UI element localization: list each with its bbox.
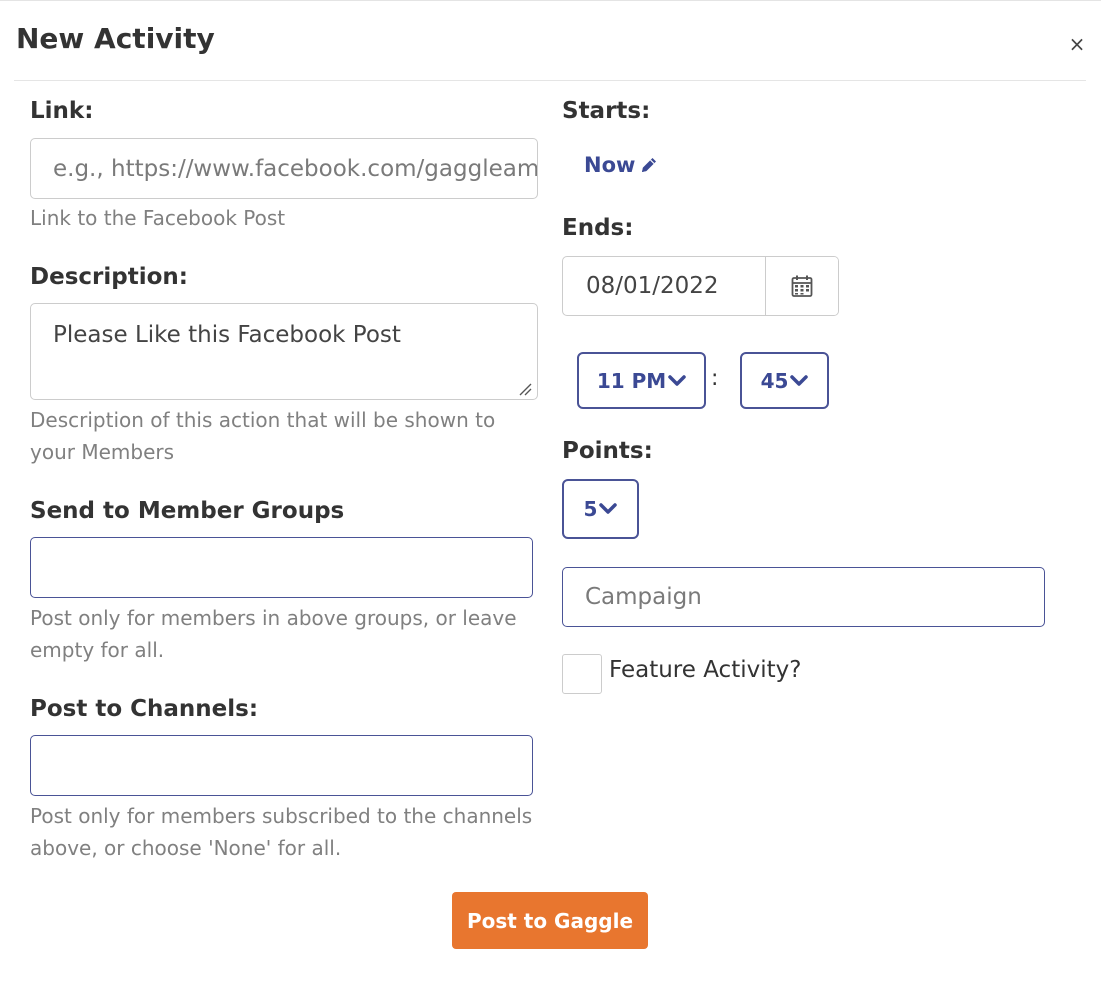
channels-help-line2: above, or choose 'None' for all. — [30, 836, 342, 860]
points-value: 5 — [583, 497, 598, 521]
end-date-picker[interactable]: 08/01/2022 — [562, 256, 839, 316]
points-label: Points: — [562, 438, 653, 464]
description-label: Description: — [30, 264, 188, 290]
feature-activity-checkbox[interactable] — [562, 654, 602, 694]
modal-title: New Activity — [16, 22, 215, 55]
link-input[interactable] — [30, 138, 538, 199]
hour-select[interactable]: 11 PM — [577, 352, 706, 409]
starts-label: Starts: — [562, 98, 651, 124]
link-help: Link to the Facebook Post — [30, 206, 286, 230]
pencil-icon — [642, 158, 657, 172]
link-label: Link: — [30, 98, 94, 124]
channels-input[interactable] — [30, 735, 533, 796]
calendar-button[interactable] — [766, 257, 838, 315]
description-help-line2: your Members — [30, 440, 175, 464]
calendar-icon — [791, 275, 813, 297]
channels-help-line1: Post only for members subscribed to the … — [30, 804, 533, 828]
chevron-down-icon — [790, 374, 809, 386]
close-icon: × — [1068, 32, 1086, 56]
chevron-down-icon — [668, 374, 686, 386]
member-groups-help-line1: Post only for members in above groups, o… — [30, 606, 517, 630]
end-date-input[interactable]: 08/01/2022 — [563, 257, 767, 315]
time-separator: : — [711, 366, 719, 391]
minute-select[interactable]: 45 — [740, 352, 829, 409]
top-border — [0, 0, 1101, 1]
description-textarea[interactable]: Please Like this Facebook Post — [30, 303, 538, 400]
points-select[interactable]: 5 — [562, 479, 639, 539]
member-groups-label: Send to Member Groups — [30, 498, 345, 524]
minute-value: 45 — [760, 368, 789, 393]
campaign-input[interactable] — [562, 567, 1045, 627]
chevron-down-icon — [599, 503, 618, 514]
description-help-line1: Description of this action that will be … — [30, 408, 496, 432]
channels-label: Post to Channels: — [30, 696, 259, 722]
close-button[interactable]: × — [1066, 32, 1088, 56]
post-to-gaggle-button[interactable]: Post to Gaggle — [452, 892, 648, 949]
new-activity-modal: New Activity × Link: Link to the Faceboo… — [0, 0, 1101, 985]
starts-value: Now — [584, 153, 636, 177]
starts-now-link[interactable]: Now — [584, 153, 659, 177]
member-groups-input[interactable] — [30, 537, 533, 598]
member-groups-help-line2: empty for all. — [30, 638, 165, 662]
ends-label: Ends: — [562, 215, 634, 241]
feature-activity-label: Feature Activity? — [609, 657, 802, 683]
hour-value: 11 PM — [596, 368, 667, 393]
resize-grip-icon[interactable] — [518, 382, 532, 396]
header-divider — [14, 80, 1086, 81]
